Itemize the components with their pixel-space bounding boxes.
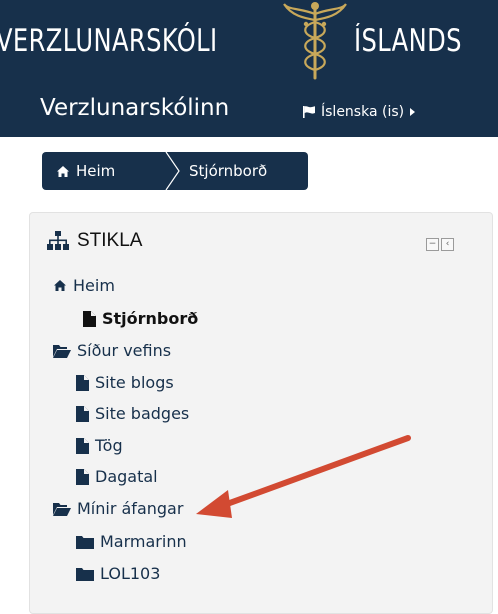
school-logo[interactable]: VERZLUNARSKÓLI ÍSLANDS (0, 0, 498, 82)
nav-item-lol103[interactable]: LOL103 (76, 564, 160, 583)
nav-item-stjornbord[interactable]: Stjórnborð (83, 309, 198, 328)
nav-item-site-badges[interactable]: Site badges (76, 404, 189, 423)
nav-item-label: Site badges (95, 404, 190, 423)
nav-item-label: Tög (95, 436, 123, 455)
nav-item-label: Mínir áfangar (77, 499, 184, 518)
nav-item-marmarinn[interactable]: Marmarinn (76, 532, 187, 551)
nav-item-tog[interactable]: Tög (76, 436, 123, 455)
nav-item-label: Marmarinn (100, 532, 187, 551)
file-icon (76, 405, 89, 422)
block-title-text: STIKLA (77, 230, 143, 251)
nav-item-label: Site blogs (95, 373, 174, 392)
nav-item-heim[interactable]: Heim (53, 276, 115, 295)
file-icon (76, 468, 89, 485)
breadcrumb-home-label: Heim (76, 162, 116, 180)
home-icon (54, 280, 66, 291)
sitemap-icon (47, 231, 69, 250)
home-icon (57, 165, 69, 177)
nav-item-label: Stjórnborð (102, 309, 199, 328)
breadcrumb-separator (165, 152, 180, 190)
nav-item-site-blogs[interactable]: Site blogs (76, 373, 174, 392)
folder-icon (76, 567, 94, 581)
breadcrumb-home-link[interactable]: Heim (42, 162, 168, 180)
site-name-link[interactable]: Verzlunarskólinn (40, 95, 229, 121)
nav-item-label: Heim (73, 276, 115, 295)
folder-icon (76, 535, 94, 549)
nav-item-sidur-vefins[interactable]: Síður vefins (53, 341, 171, 360)
language-label: Íslenska (is) (321, 104, 405, 120)
language-menu[interactable]: Íslenska (is) (302, 104, 416, 120)
logo-text-right: ÍSLANDS (354, 23, 462, 59)
caduceus-icon (283, 2, 347, 80)
logo-text-left: VERZLUNARSKÓLI (0, 23, 218, 59)
nav-item-dagatal[interactable]: Dagatal (76, 467, 158, 486)
dock-block-button[interactable]: ‹ (441, 238, 454, 251)
block-title: STIKLA (47, 230, 142, 252)
breadcrumb: Heim Stjórnborð (42, 152, 308, 190)
caret-right-icon (410, 108, 416, 116)
nav-item-label: Síður vefins (77, 341, 172, 360)
file-icon (83, 310, 96, 327)
nav-item-label: Dagatal (95, 467, 158, 486)
annotation-arrow (196, 435, 411, 518)
file-icon (76, 374, 89, 391)
nav-item-label: LOL103 (100, 564, 161, 583)
folder-open-icon (53, 502, 71, 516)
nav-item-minir-afangar[interactable]: Mínir áfangar (53, 499, 183, 518)
flag-icon (303, 106, 315, 118)
block-controls: − ‹ (426, 238, 454, 251)
file-icon (76, 437, 89, 454)
folder-open-icon (53, 344, 71, 358)
collapse-block-button[interactable]: − (426, 238, 439, 251)
breadcrumb-current: Stjórnborð (189, 162, 268, 180)
site-header: VERZLUNARSKÓLI ÍSLANDS Verzlunarskólinn … (0, 0, 498, 137)
